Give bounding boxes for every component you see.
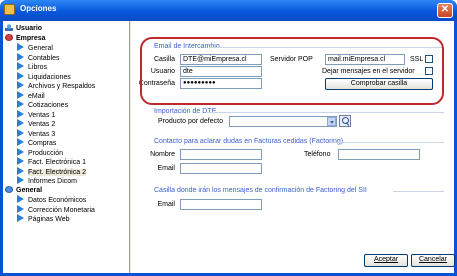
- tree-item-label: Archivos y Respaldos: [28, 83, 96, 90]
- tree-item[interactable]: General: [17, 43, 53, 52]
- arrow-icon: [17, 166, 24, 175]
- tree-item[interactable]: Libros: [17, 62, 47, 71]
- email-highlight: [140, 37, 444, 105]
- sii-email-label: Email: [157, 201, 175, 208]
- default-product-select[interactable]: [229, 116, 337, 127]
- tree-item[interactable]: Liquidaciones: [17, 71, 71, 81]
- arrow-icon: [17, 214, 24, 222]
- tree-item[interactable]: Datos Económicos: [17, 195, 86, 204]
- window-title: Opciones: [20, 4, 57, 13]
- tree-item[interactable]: General: [5, 185, 43, 195]
- tree-item-label: Corrección Monetaria: [28, 206, 95, 214]
- tree-item-label: Páginas Web: [28, 216, 70, 223]
- tree-item[interactable]: Fact. Electrónica 2: [17, 166, 86, 176]
- contact-name-label: Nombre: [150, 151, 175, 158]
- title-bar[interactable]: Opciones ✕: [0, 0, 457, 21]
- contact-name-field[interactable]: [180, 149, 262, 160]
- tree-item[interactable]: Fact. Electrónica 1: [17, 157, 86, 166]
- divider: [331, 142, 444, 143]
- tree-item-label: Fact. Electrónica 1: [28, 159, 86, 166]
- tree-item[interactable]: Empresa: [5, 33, 46, 43]
- tree-item-label: Ventas 3: [28, 130, 56, 138]
- tree-item[interactable]: Usuario: [5, 24, 42, 33]
- arrow-icon: [17, 71, 24, 80]
- arrow-icon: [17, 100, 24, 108]
- sii-group-title: Casilla donde irán los mensajes de confi…: [154, 187, 367, 194]
- tree-item[interactable]: Ventas 1: [17, 109, 56, 119]
- tree-item[interactable]: Corrección Monetaria: [17, 204, 95, 214]
- contact-email-label: Email: [157, 165, 175, 172]
- arrow-icon: [17, 52, 24, 61]
- options-window: Opciones ✕ Usuario Empresa General Contable…: [0, 0, 457, 276]
- arrow-icon: [17, 90, 24, 99]
- arrow-icon: [17, 119, 24, 127]
- arrow-icon: [17, 62, 24, 70]
- options-tree: Usuario Empresa General Contables Libros Liqu…: [3, 21, 130, 273]
- tree-item-label: Ventas 2: [28, 121, 56, 128]
- contact-phone-label: Teléfono: [304, 151, 331, 158]
- company-icon: [5, 33, 13, 41]
- tree-item-label: Datos Económicos: [28, 197, 87, 204]
- default-product-label: Producto por defecto: [158, 118, 223, 125]
- tree-item-label: Empresa: [16, 34, 46, 42]
- close-button[interactable]: ✕: [437, 3, 453, 18]
- contact-phone-field[interactable]: [338, 149, 420, 160]
- tree-item-label: Cotizaciones: [28, 102, 69, 109]
- tree-item-label: Producción: [28, 149, 64, 157]
- cancel-label: Cancelar: [418, 256, 447, 263]
- contact-email-field[interactable]: [180, 163, 262, 174]
- arrow-icon: [17, 81, 24, 89]
- tree-item-label: Contables: [28, 54, 60, 62]
- chevron-down-icon[interactable]: [327, 117, 336, 126]
- arrow-icon: [17, 138, 24, 146]
- tree-item-label: Libros: [28, 64, 48, 71]
- arrow-icon: [17, 157, 24, 165]
- tree-item[interactable]: Cotizaciones: [17, 100, 68, 109]
- arrow-icon: [17, 195, 24, 203]
- tree-item-label: Informes Dicom: [28, 178, 78, 185]
- tree-item-label: eMail: [28, 92, 45, 100]
- tree-item-label: Compras: [28, 140, 57, 147]
- arrow-icon: [17, 128, 24, 137]
- tree-item-label: Fact. Electrónica 2: [28, 168, 86, 176]
- tree-item[interactable]: Archivos y Respaldos: [17, 81, 95, 90]
- arrow-icon: [17, 176, 24, 184]
- divider: [393, 191, 444, 192]
- accept-button[interactable]: Aceptar: [364, 254, 408, 267]
- search-icon[interactable]: [339, 115, 351, 127]
- cancel-button[interactable]: Cancelar: [411, 254, 455, 267]
- tree-item[interactable]: Ventas 3: [17, 128, 56, 138]
- tree-item[interactable]: eMail: [17, 90, 45, 100]
- accept-label: Aceptar: [373, 256, 399, 263]
- tree-item-label: Usuario: [16, 25, 43, 32]
- arrow-icon: [17, 204, 24, 213]
- tree-item-label: Liquidaciones: [28, 73, 71, 81]
- tree-item-label: General: [28, 45, 53, 52]
- arrow-icon: [17, 43, 24, 51]
- tree-item-label: Ventas 1: [28, 111, 56, 119]
- contact-group-title: Contacto para aclarar dudas en Facturas …: [154, 138, 344, 145]
- tree-item[interactable]: Ventas 2: [17, 119, 55, 128]
- user-icon: [5, 24, 13, 31]
- globe-icon: [5, 185, 13, 193]
- arrow-icon: [17, 147, 24, 156]
- tree-item[interactable]: Producción: [17, 147, 64, 157]
- arrow-icon: [17, 109, 24, 118]
- tree-item[interactable]: Páginas Web: [17, 214, 70, 223]
- tree-item[interactable]: Informes Dicom: [17, 176, 77, 185]
- tree-item[interactable]: Contables: [17, 52, 60, 62]
- divider: [207, 112, 444, 113]
- tree-item[interactable]: Compras: [17, 138, 56, 147]
- sii-email-field[interactable]: [180, 199, 262, 210]
- tree-item-label: General: [16, 186, 43, 194]
- app-icon: [4, 4, 15, 15]
